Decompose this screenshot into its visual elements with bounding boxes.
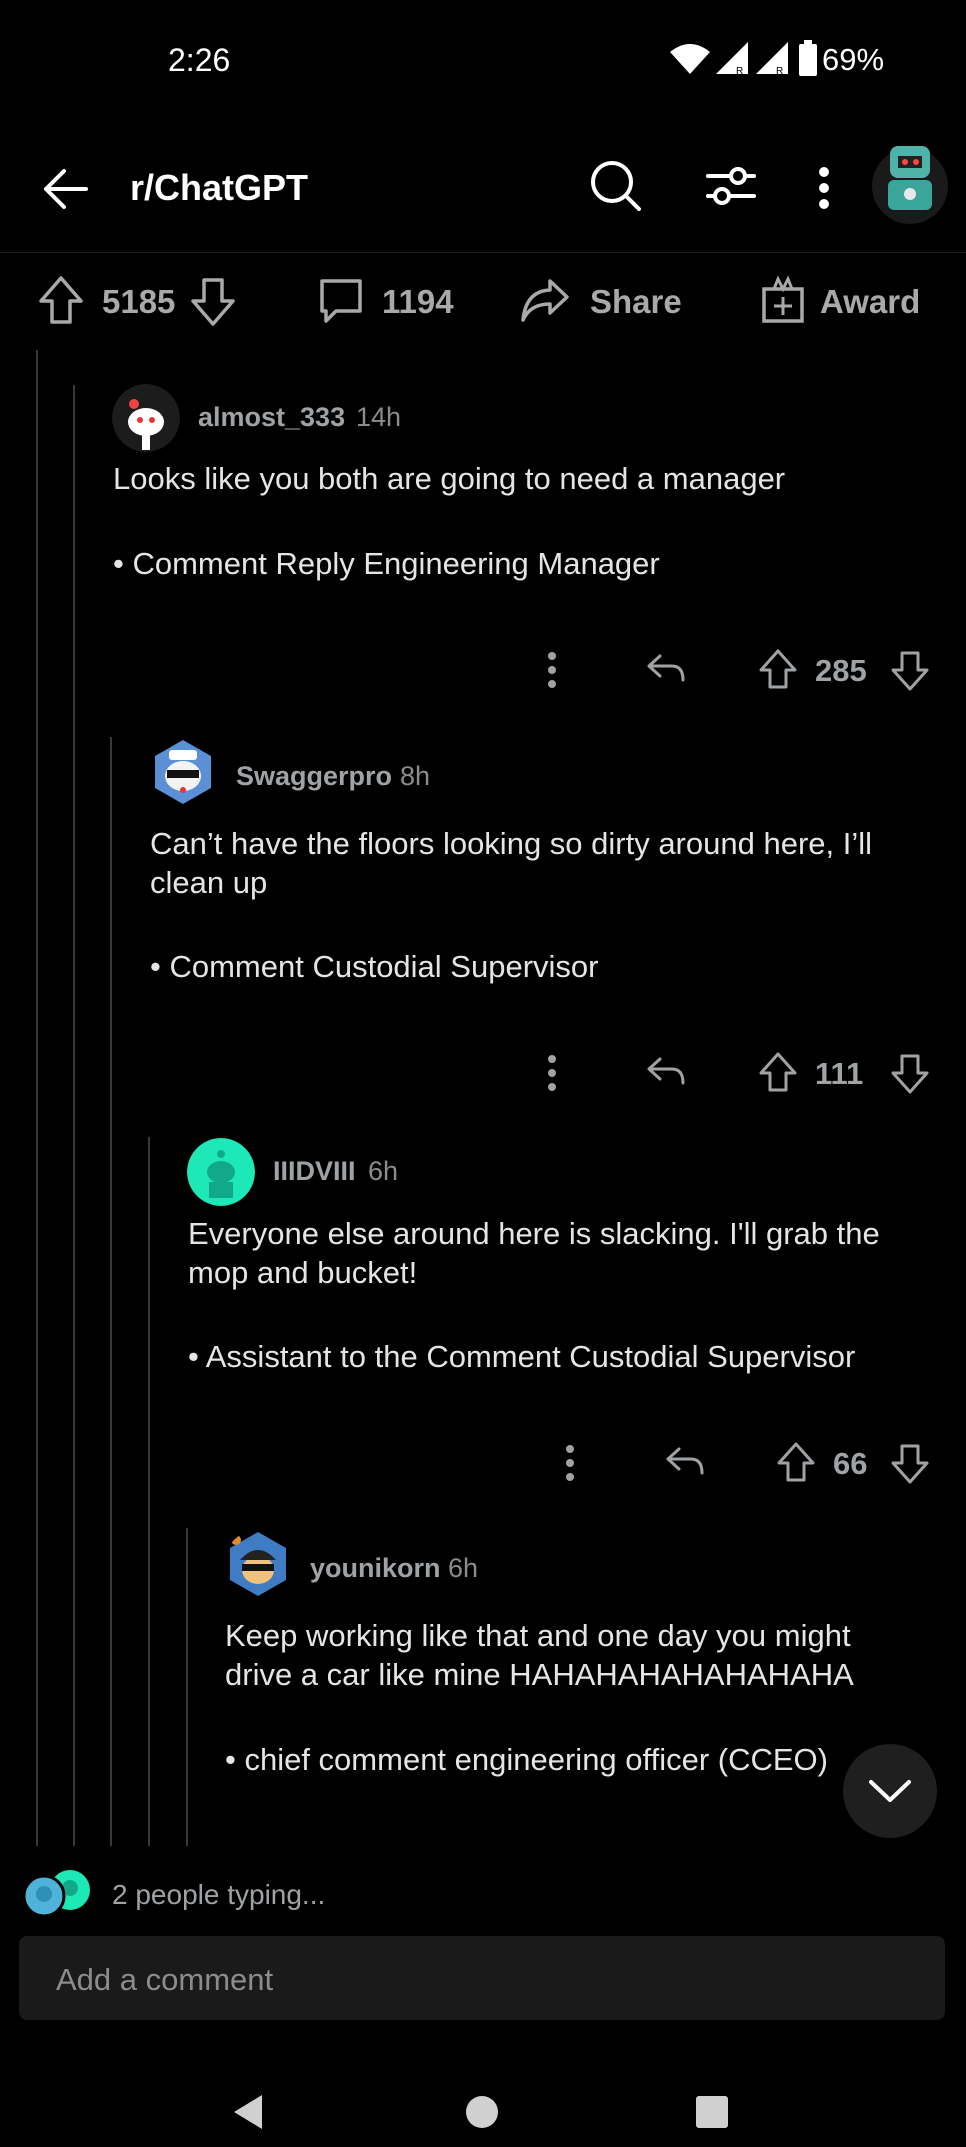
avatar[interactable] bbox=[187, 1138, 255, 1206]
award-label[interactable]: Award bbox=[820, 283, 920, 321]
username[interactable]: almost_333 bbox=[198, 402, 345, 433]
battery-percent: 69% bbox=[822, 42, 885, 77]
comment-age: 6h bbox=[368, 1156, 399, 1186]
chevron-down-icon bbox=[869, 1780, 911, 1802]
downvote-icon[interactable] bbox=[190, 277, 236, 327]
typing-indicator: 2 people typing... bbox=[112, 1879, 326, 1910]
post-action-bar: 5185 1194 Share Award bbox=[0, 253, 966, 349]
share-label[interactable]: Share bbox=[590, 283, 682, 321]
comment-text: Looks like you both are going to need a … bbox=[113, 461, 786, 496]
downvote-icon[interactable] bbox=[890, 650, 930, 692]
comment-text: Can’t have the floors looking so dirty a… bbox=[150, 826, 873, 900]
thread-line-5[interactable] bbox=[186, 1528, 188, 1846]
typing-avatars-icon bbox=[22, 1870, 90, 1918]
cell-signal-icon-2: R bbox=[756, 42, 788, 76]
reply-icon[interactable] bbox=[665, 1445, 705, 1479]
username[interactable]: Swaggerpro bbox=[236, 761, 392, 792]
upvote-icon[interactable] bbox=[38, 275, 84, 325]
upvote-icon[interactable] bbox=[776, 1441, 816, 1483]
comment-age: 6h bbox=[448, 1553, 479, 1583]
nav-home-icon[interactable] bbox=[464, 2094, 500, 2130]
search-icon[interactable] bbox=[590, 160, 642, 212]
reply-icon[interactable] bbox=[646, 652, 686, 686]
comment-age: 8h bbox=[400, 761, 431, 791]
avatar[interactable] bbox=[224, 1530, 292, 1598]
award-icon[interactable] bbox=[760, 275, 806, 325]
upvote-icon[interactable] bbox=[758, 1051, 798, 1093]
comment-input-placeholder: Add a comment bbox=[56, 1962, 274, 1997]
status-time: 2:26 bbox=[168, 42, 231, 78]
thread-line-3[interactable] bbox=[110, 737, 112, 1846]
status-bar: 2:26 R R 69% bbox=[0, 0, 966, 120]
upvote-icon[interactable] bbox=[758, 648, 798, 690]
more-vert-icon[interactable] bbox=[563, 1443, 577, 1483]
comment-icon[interactable] bbox=[318, 277, 364, 325]
comment-age: 14h bbox=[356, 402, 402, 432]
comment-text: Keep working like that and one day you m… bbox=[225, 1618, 854, 1692]
subreddit-title[interactable]: r/ChatGPT bbox=[130, 167, 308, 209]
comment-score: 111 bbox=[815, 1056, 864, 1091]
reply-icon[interactable] bbox=[646, 1055, 686, 1089]
comment-flair-text: • Assistant to the Comment Custodial Sup… bbox=[188, 1339, 856, 1374]
username[interactable]: IIIDVIII bbox=[273, 1156, 356, 1187]
comment-count: 1194 bbox=[382, 283, 454, 320]
filter-icon[interactable] bbox=[706, 164, 756, 208]
more-vert-icon[interactable] bbox=[545, 1053, 559, 1093]
downvote-icon[interactable] bbox=[890, 1443, 930, 1485]
collapse-thread-button[interactable] bbox=[843, 1744, 937, 1838]
comment-score: 285 bbox=[815, 653, 867, 688]
thread-line-2[interactable] bbox=[73, 385, 75, 1846]
thread-line-1[interactable] bbox=[36, 350, 38, 1846]
nav-back-icon[interactable] bbox=[230, 2092, 266, 2132]
post-score: 5185 bbox=[102, 283, 176, 320]
avatar[interactable] bbox=[112, 384, 180, 452]
system-nav-bar bbox=[0, 2040, 966, 2147]
downvote-icon[interactable] bbox=[890, 1053, 930, 1095]
thread-line-4[interactable] bbox=[148, 1137, 150, 1846]
username[interactable]: younikorn bbox=[310, 1553, 441, 1584]
svg-text:R: R bbox=[776, 66, 783, 76]
wifi-icon bbox=[670, 44, 710, 74]
comment-flair-text: • chief comment engineering officer (CCE… bbox=[225, 1742, 828, 1777]
comment-flair-text: • Comment Custodial Supervisor bbox=[150, 949, 599, 984]
battery-icon bbox=[799, 40, 817, 76]
comment-text: Everyone else around here is slacking. I… bbox=[188, 1216, 880, 1290]
more-vert-icon[interactable] bbox=[816, 166, 832, 210]
avatar[interactable] bbox=[149, 738, 217, 806]
comment-flair-text: • Comment Reply Engineering Manager bbox=[113, 546, 660, 581]
share-icon[interactable] bbox=[520, 277, 570, 323]
back-arrow-icon[interactable] bbox=[40, 164, 90, 214]
user-avatar[interactable] bbox=[870, 128, 950, 228]
cell-signal-icon: R bbox=[716, 42, 748, 76]
svg-text:R: R bbox=[736, 66, 743, 76]
comment-score: 66 bbox=[833, 1446, 868, 1481]
nav-recents-icon[interactable] bbox=[694, 2094, 730, 2130]
more-vert-icon[interactable] bbox=[545, 650, 559, 690]
